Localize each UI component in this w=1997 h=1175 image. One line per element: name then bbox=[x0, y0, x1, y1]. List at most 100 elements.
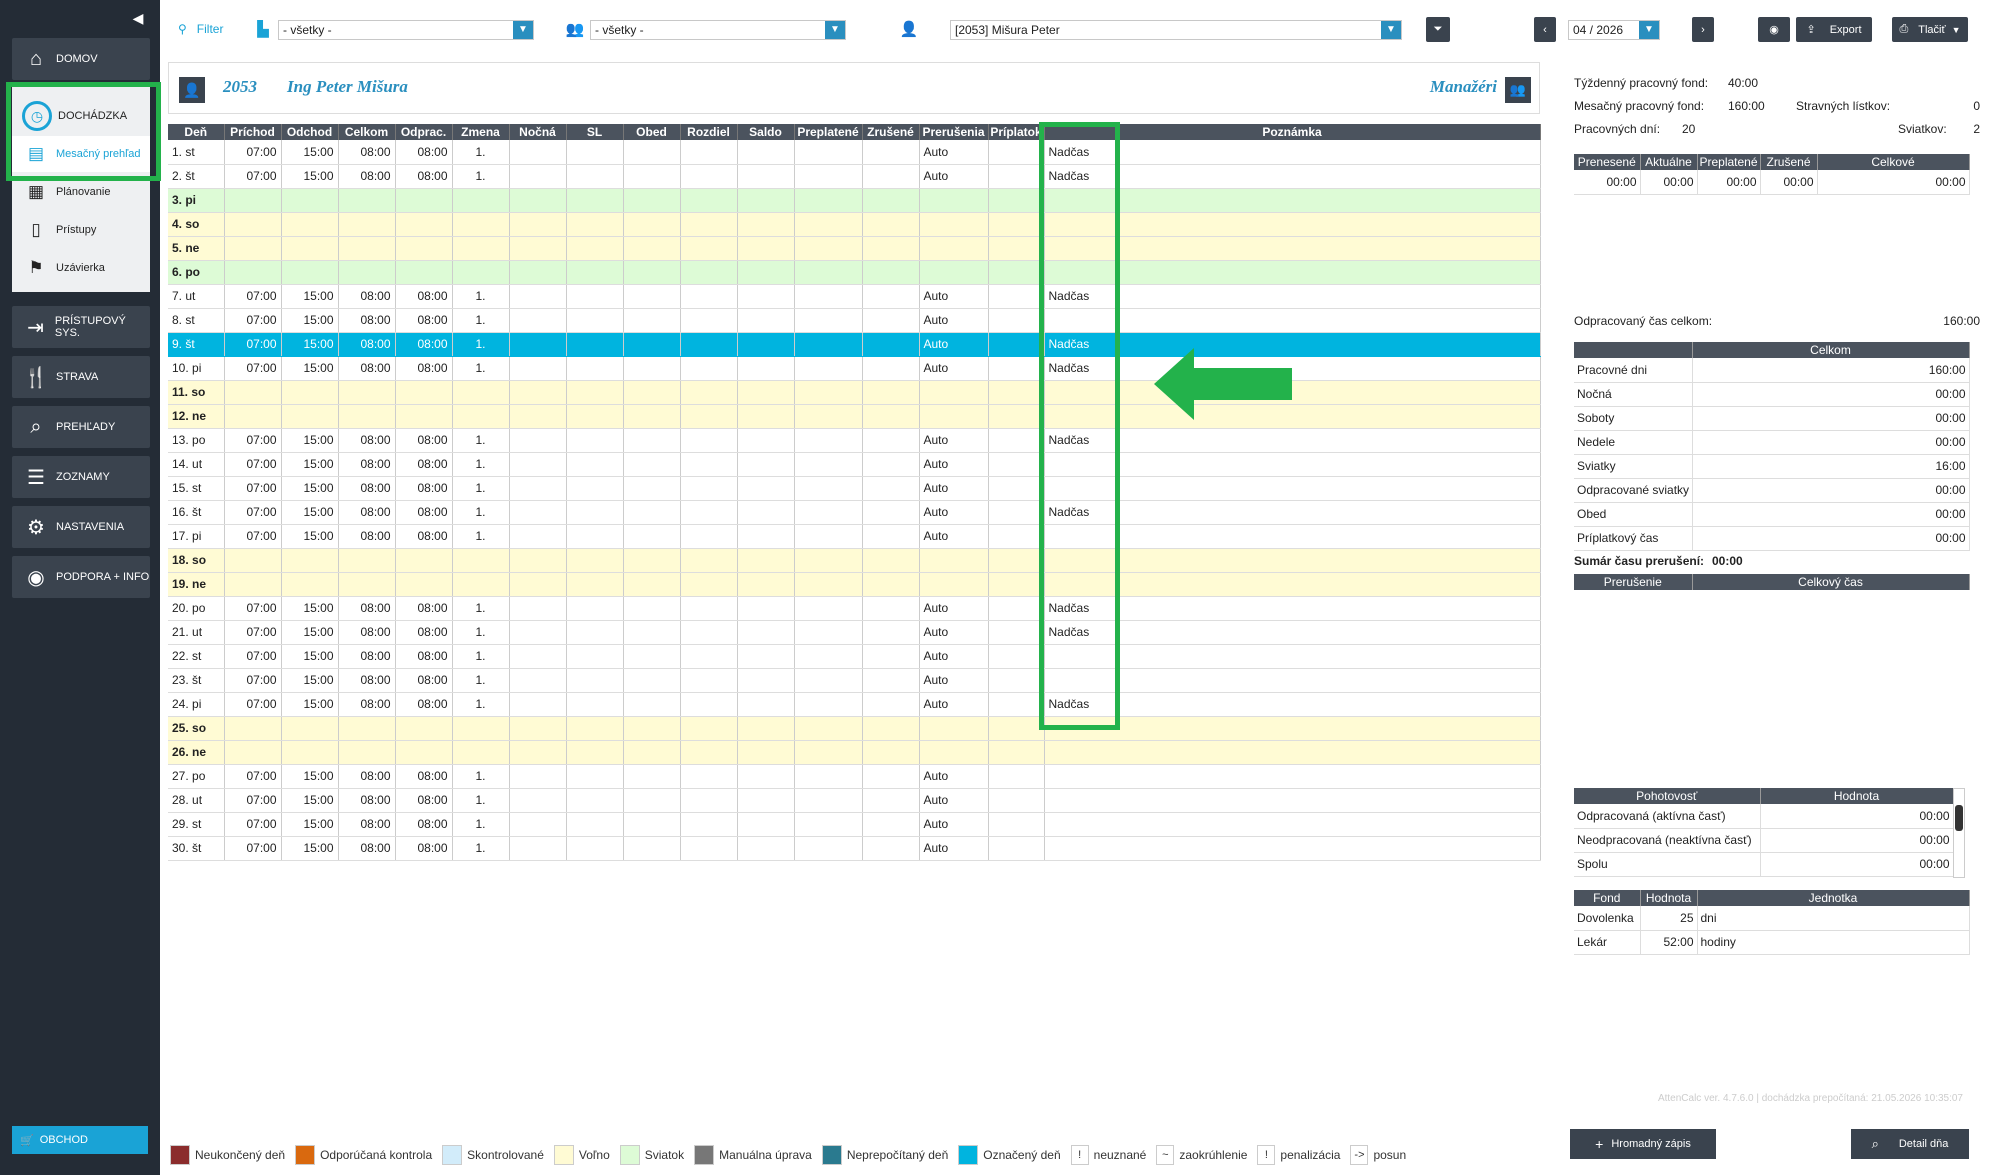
table-cell[interactable] bbox=[395, 572, 453, 597]
table-cell[interactable] bbox=[794, 788, 863, 813]
table-cell[interactable] bbox=[281, 212, 339, 237]
table-cell[interactable] bbox=[737, 476, 795, 501]
table-cell[interactable] bbox=[509, 404, 567, 429]
table-cell[interactable]: 1. bbox=[452, 332, 510, 357]
table-cell[interactable] bbox=[988, 476, 1045, 501]
column-header[interactable]: Preplatené bbox=[794, 124, 863, 140]
table-cell[interactable] bbox=[224, 716, 282, 741]
column-header[interactable]: Celkom bbox=[338, 124, 396, 140]
table-cell[interactable] bbox=[988, 620, 1045, 645]
table-cell[interactable]: 6. po bbox=[168, 260, 225, 285]
table-cell[interactable] bbox=[794, 308, 863, 333]
table-cell[interactable]: 07:00 bbox=[224, 476, 282, 501]
table-cell[interactable] bbox=[509, 356, 567, 381]
table-cell[interactable] bbox=[509, 284, 567, 309]
table-cell[interactable] bbox=[452, 716, 510, 741]
table-cell[interactable] bbox=[509, 332, 567, 357]
table-cell[interactable] bbox=[680, 260, 738, 285]
table-cell[interactable] bbox=[794, 836, 863, 861]
table-cell[interactable] bbox=[509, 548, 567, 573]
table-cell[interactable]: 08:00 bbox=[338, 428, 396, 453]
table-cell[interactable] bbox=[794, 236, 863, 261]
table-cell[interactable]: 07:00 bbox=[224, 308, 282, 333]
table-cell[interactable]: 15:00 bbox=[281, 596, 339, 621]
table-cell[interactable]: 23. št bbox=[168, 668, 225, 693]
table-cell[interactable] bbox=[862, 356, 920, 381]
table-cell[interactable] bbox=[988, 644, 1045, 669]
table-cell[interactable]: 17. pi bbox=[168, 524, 225, 549]
table-cell[interactable]: 08:00 bbox=[338, 692, 396, 717]
table-cell[interactable] bbox=[794, 812, 863, 837]
table-cell[interactable]: 07:00 bbox=[224, 284, 282, 309]
table-cell[interactable]: 9. št bbox=[168, 332, 225, 357]
table-cell[interactable] bbox=[509, 500, 567, 525]
table-cell[interactable]: 08:00 bbox=[395, 140, 453, 165]
table-cell[interactable] bbox=[566, 140, 624, 165]
table-cell[interactable]: 07:00 bbox=[224, 596, 282, 621]
table-cell[interactable]: Auto bbox=[919, 788, 989, 813]
table-cell[interactable] bbox=[623, 788, 681, 813]
table-cell[interactable] bbox=[338, 380, 396, 405]
next-month-button[interactable]: › bbox=[1692, 17, 1714, 42]
table-cell[interactable]: 15:00 bbox=[281, 356, 339, 381]
table-cell[interactable] bbox=[623, 524, 681, 549]
table-cell[interactable] bbox=[737, 428, 795, 453]
table-cell[interactable] bbox=[281, 572, 339, 597]
table-cell[interactable] bbox=[680, 548, 738, 573]
table-cell[interactable] bbox=[452, 236, 510, 261]
shop-button[interactable]: 🛒 OBCHOD bbox=[12, 1126, 148, 1154]
table-cell[interactable]: Auto bbox=[919, 332, 989, 357]
table-cell[interactable] bbox=[566, 644, 624, 669]
table-cell[interactable]: 08:00 bbox=[338, 620, 396, 645]
table-cell[interactable] bbox=[862, 260, 920, 285]
table-cell[interactable]: 26. ne bbox=[168, 740, 225, 765]
table-cell[interactable] bbox=[623, 404, 681, 429]
table-cell[interactable]: Auto bbox=[919, 476, 989, 501]
bulk-entry-button[interactable]: + Hromadný zápis bbox=[1570, 1129, 1716, 1159]
table-cell[interactable] bbox=[737, 356, 795, 381]
table-cell[interactable] bbox=[1044, 812, 1541, 837]
scrollbar[interactable] bbox=[1953, 788, 1965, 878]
table-cell[interactable] bbox=[862, 596, 920, 621]
table-cell[interactable]: 07:00 bbox=[224, 812, 282, 837]
table-cell[interactable] bbox=[988, 356, 1045, 381]
table-cell[interactable] bbox=[1044, 764, 1541, 789]
table-cell[interactable]: Auto bbox=[919, 428, 989, 453]
column-header[interactable]: Prerušenia bbox=[919, 124, 989, 140]
table-cell[interactable]: 1. bbox=[452, 356, 510, 381]
table-cell[interactable] bbox=[862, 428, 920, 453]
table-row[interactable]: 18. so bbox=[168, 548, 1541, 573]
table-cell[interactable] bbox=[509, 140, 567, 165]
table-cell[interactable] bbox=[862, 236, 920, 261]
table-cell[interactable] bbox=[395, 716, 453, 741]
table-cell[interactable] bbox=[224, 404, 282, 429]
table-row[interactable]: 12. ne bbox=[168, 404, 1541, 429]
table-cell[interactable]: 07:00 bbox=[224, 524, 282, 549]
table-row[interactable]: 7. ut 07:00 15:00 08:00 08:00 1. Auto Nadčas bbox=[168, 284, 1541, 309]
column-header[interactable]: Odchod bbox=[281, 124, 339, 140]
table-cell[interactable] bbox=[623, 548, 681, 573]
table-cell[interactable] bbox=[224, 740, 282, 765]
table-row[interactable]: 3. pi bbox=[168, 188, 1541, 213]
table-cell[interactable]: 1. bbox=[452, 476, 510, 501]
table-cell[interactable] bbox=[224, 380, 282, 405]
table-cell[interactable] bbox=[794, 644, 863, 669]
table-row[interactable]: 16. št 07:00 15:00 08:00 08:00 1. Auto Nadčas bbox=[168, 500, 1541, 525]
table-cell[interactable] bbox=[566, 692, 624, 717]
table-cell[interactable] bbox=[680, 452, 738, 477]
table-cell[interactable] bbox=[988, 524, 1045, 549]
table-cell[interactable] bbox=[623, 572, 681, 597]
table-cell[interactable] bbox=[988, 716, 1045, 741]
table-cell[interactable] bbox=[566, 164, 624, 189]
table-cell[interactable] bbox=[862, 740, 920, 765]
table-cell[interactable] bbox=[794, 332, 863, 357]
table-cell[interactable]: 15:00 bbox=[281, 692, 339, 717]
table-cell[interactable] bbox=[224, 260, 282, 285]
table-row[interactable]: 24. pi 07:00 15:00 08:00 08:00 1. Auto Nadčas bbox=[168, 692, 1541, 717]
table-cell[interactable] bbox=[794, 140, 863, 165]
table-cell[interactable] bbox=[794, 764, 863, 789]
table-cell[interactable]: 08:00 bbox=[395, 476, 453, 501]
table-cell[interactable] bbox=[737, 380, 795, 405]
table-cell[interactable]: Auto bbox=[919, 140, 989, 165]
table-cell[interactable] bbox=[988, 764, 1045, 789]
